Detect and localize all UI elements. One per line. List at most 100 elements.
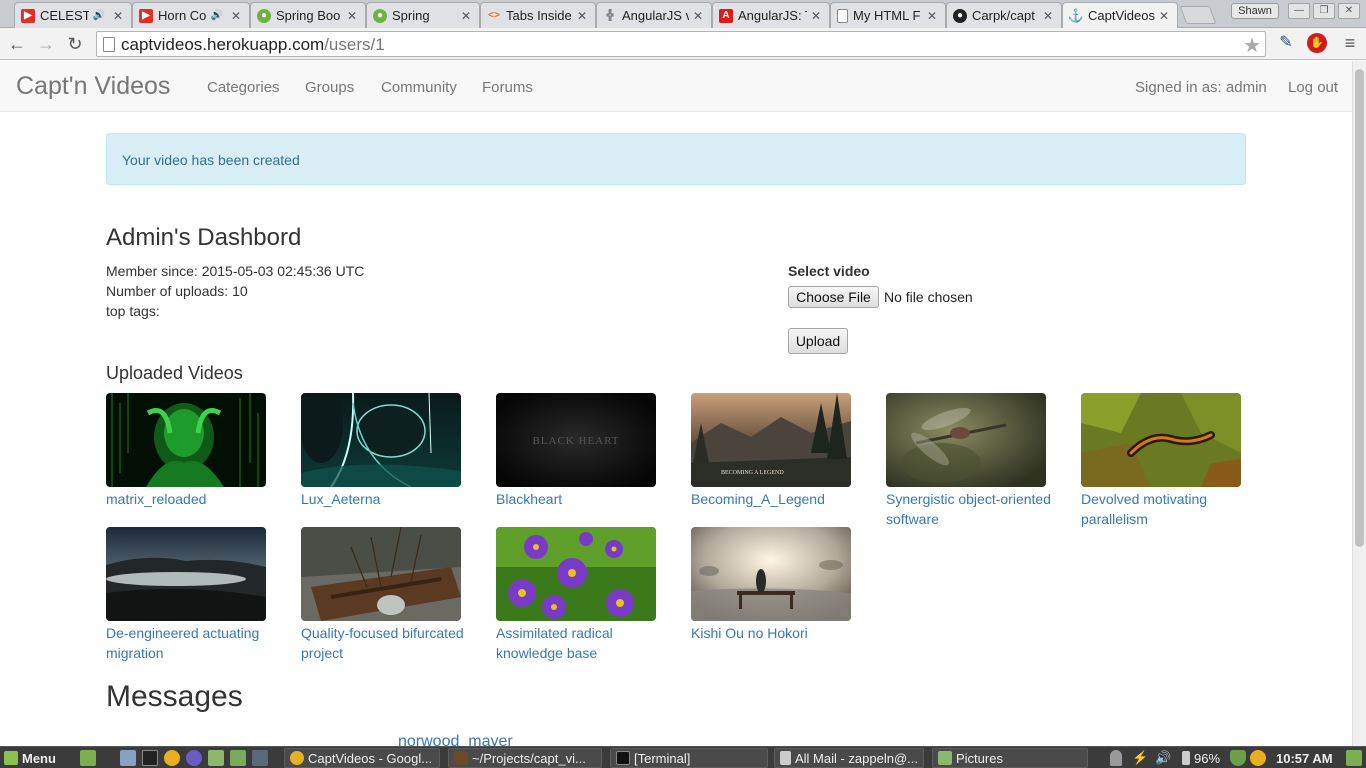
close-icon[interactable]: ✕ [1043,9,1055,23]
video-title-link[interactable]: Lux_Aeterna [301,489,469,509]
video-title-link[interactable]: Blackheart [496,489,664,509]
vertical-scrollbar[interactable] [1352,61,1366,746]
url-path: /users/1 [324,35,385,54]
folder-launcher-icon[interactable] [208,750,224,766]
video-thumbnail[interactable] [496,527,656,621]
start-menu-button[interactable]: Menu [4,748,56,768]
reload-icon[interactable]: ↻ [63,32,87,56]
page-icon [837,8,848,23]
audio-icon: 🔊 [210,10,223,21]
page-viewport: Capt'n Videos Categories Groups Communit… [0,61,1352,746]
browser-tab[interactable]: <> Tabs Inside ✕ [480,2,596,28]
battery-indicator[interactable]: 96% [1182,748,1220,768]
scrollbar-thumb[interactable] [1355,69,1364,547]
taskbar-window[interactable]: ~/Projects/capt_vi... [448,748,602,768]
network-tray-icon[interactable]: ⚡ [1132,750,1148,766]
select-video-label: Select video [788,263,870,279]
close-window-icon[interactable]: ✕ [1338,3,1360,19]
video-title-link[interactable]: Quality-focused bifurcated project [301,623,469,663]
video-title-link[interactable]: Assimilated radical knowledge base [496,623,664,663]
upload-button[interactable]: Upload [788,328,848,354]
messages-heading: Messages [106,680,243,713]
close-icon[interactable]: ✕ [231,9,243,23]
video-thumbnail[interactable] [1081,393,1241,487]
browser-tab[interactable]: ▶ Horn Co 🔊 ✕ [132,2,250,28]
address-bar[interactable]: captvideos.herokuapp.com/users/1 ★ [96,31,1266,57]
video-title-link[interactable]: Devolved motivating parallelism [1081,489,1249,529]
video-title-link[interactable]: Synergistic object-oriented software [886,489,1054,529]
nav-forums[interactable]: Forums [482,79,533,96]
chrome-menu-icon[interactable]: ≡ [1340,33,1360,53]
back-icon[interactable]: ← [5,32,29,56]
taskbar-window[interactable]: [Terminal] [610,748,768,768]
valley-fog-thumbnail-art [106,527,266,621]
video-title-link[interactable]: matrix_reloaded [106,489,274,509]
app-launcher-icon[interactable] [252,750,268,766]
browser-tab[interactable]: My HTML F ✕ [830,2,946,28]
video-title-link[interactable]: Becoming_A_Legend [691,489,859,509]
app-tray-icon[interactable] [1346,750,1362,766]
close-icon[interactable]: ✕ [1159,9,1171,23]
close-icon[interactable]: ✕ [577,9,589,23]
nav-community[interactable]: Community [381,79,457,96]
new-tab-button[interactable] [1179,6,1217,24]
kishi-ou-thumbnail-art [691,527,851,621]
close-icon[interactable]: ✕ [811,9,823,23]
close-icon[interactable]: ✕ [461,9,473,23]
logout-link[interactable]: Log out [1288,79,1338,96]
bookmark-star-icon[interactable]: ★ [1243,33,1261,58]
chrome-tray-icon[interactable] [1250,750,1266,766]
browser-toolbar: ← → ↻ captvideos.herokuapp.com/users/1 ★ [0,28,1366,60]
shield-tray-icon[interactable] [1230,750,1246,766]
taskbar-window[interactable]: Pictures [932,748,1088,768]
adblock-icon[interactable]: ✋ [1307,33,1327,53]
message-user-link[interactable]: norwood_mayer [398,733,513,746]
eyedropper-icon[interactable]: ✎ [1276,33,1296,53]
taskbar-window-label: [Terminal] [634,750,691,766]
video-thumbnail[interactable]: BLACK HEART [496,393,656,487]
choose-file-button[interactable]: Choose File [788,286,879,308]
close-icon[interactable]: ✕ [113,9,125,23]
browser-tab[interactable]: ● Spring ✕ [366,2,480,28]
video-thumbnail[interactable]: BECOMING A LEGEND [691,393,851,487]
video-card: matrix_reloaded [106,393,274,509]
app-launcher-icon[interactable] [186,750,202,766]
video-thumbnail[interactable] [886,393,1046,487]
close-icon[interactable]: ✕ [347,9,359,23]
video-thumbnail[interactable] [301,393,461,487]
close-icon[interactable]: ✕ [927,9,939,23]
nav-groups[interactable]: Groups [305,79,354,96]
video-title-link[interactable]: De-engineered actuating migration [106,623,274,663]
maximize-icon[interactable]: ❐ [1313,3,1335,19]
user-tray-icon[interactable] [1110,750,1122,766]
browser-tab[interactable]: ● Carpk/capt ✕ [946,2,1062,28]
github-icon: ● [953,8,967,23]
browser-tab[interactable]: A AngularJS: T ✕ [712,2,830,28]
browser-tab[interactable]: ╬ AngularJS v ✕ [596,2,712,28]
chrome-launcher-icon[interactable] [164,750,180,766]
video-thumbnail[interactable] [106,527,266,621]
nav-categories[interactable]: Categories [207,79,280,96]
browser-tab[interactable]: ● Spring Boo ✕ [250,2,366,28]
volume-tray-icon[interactable]: 🔊 [1155,750,1171,766]
profile-button[interactable]: Shawn [1231,3,1279,19]
taskbar-window[interactable]: All Mail - zappeln@... [774,748,924,768]
clock-time: 10:57 AM [1276,750,1333,766]
site-brand[interactable]: Capt'n Videos [16,72,170,101]
video-thumbnail[interactable] [106,393,266,487]
taskbar-window[interactable]: CaptVideos - Googl... [284,748,440,768]
close-icon[interactable]: ✕ [693,9,705,23]
browser-tab[interactable]: ▶ CELESTI 🔊 ✕ [14,2,132,28]
video-title-link[interactable]: Kishi Ou no Hokori [691,623,859,643]
folder-launcher-icon[interactable] [230,750,246,766]
terminal-launcher-icon[interactable] [142,750,158,766]
video-thumbnail[interactable] [301,527,461,621]
browser-tab-active[interactable]: ⚓ CaptVideos ✕ [1062,2,1178,28]
clock[interactable]: 10:57 AM [1276,748,1333,768]
taskbar-window-label: CaptVideos - Googl... [308,750,433,766]
video-thumbnail[interactable] [691,527,851,621]
files-launcher-icon[interactable] [120,750,136,766]
show-desktop-icon[interactable] [80,750,96,766]
minimize-icon[interactable]: — [1288,3,1310,19]
forward-icon[interactable]: → [34,32,58,56]
